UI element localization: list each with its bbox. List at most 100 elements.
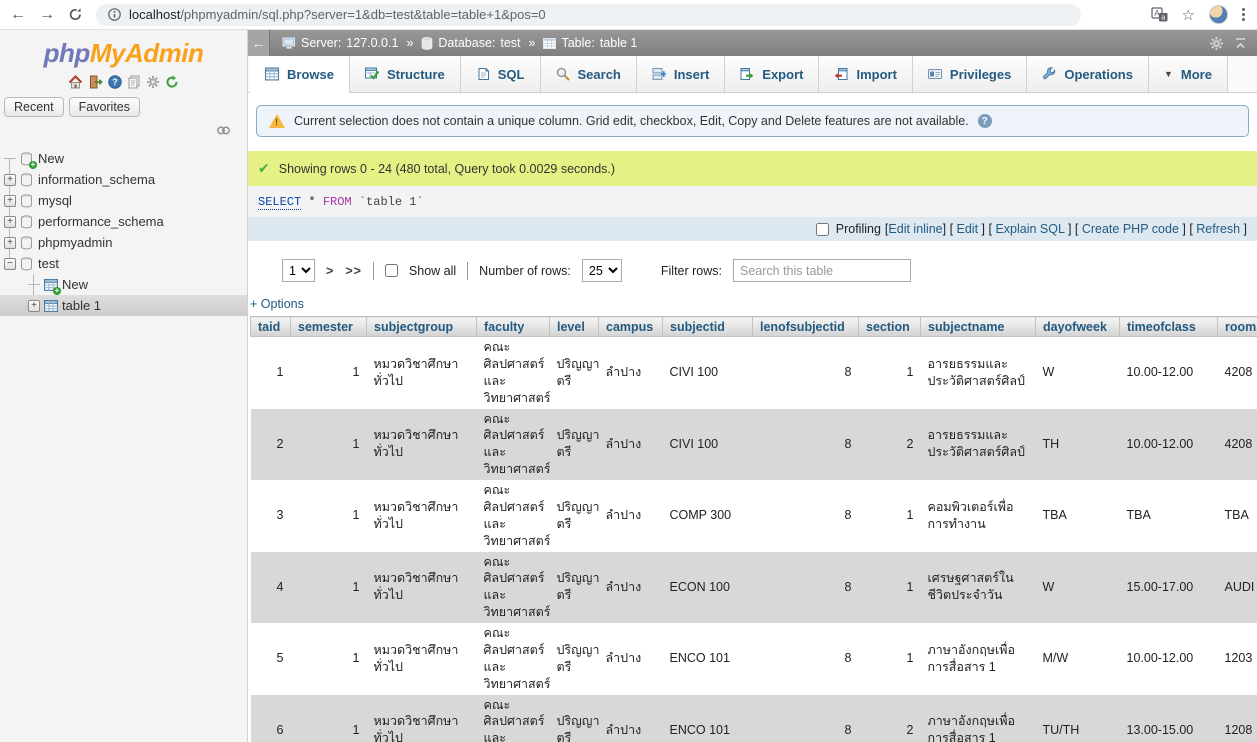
divider — [467, 262, 468, 280]
table-row: 51หมวดวิชาศึกษาทั่วไปคณะศิลปศาสตร์และวิท… — [251, 623, 1257, 695]
logout-icon[interactable] — [88, 75, 103, 89]
column-header-subjectgroup[interactable]: subjectgroup — [367, 317, 477, 337]
table-icon — [44, 299, 58, 313]
column-header-subjectname[interactable]: subjectname — [921, 317, 1036, 337]
content-area: Current selection does not contain a uni… — [248, 93, 1257, 742]
sidebar-item-new[interactable]: +New — [0, 148, 247, 169]
column-header-taid[interactable]: taid — [251, 317, 291, 337]
table-cell: 13.00-15.00 — [1120, 695, 1218, 742]
next-page-button[interactable]: > — [326, 264, 334, 278]
tab-label: Operations — [1064, 67, 1133, 82]
action-link-refresh[interactable]: Refresh — [1196, 222, 1240, 236]
last-page-button[interactable]: >> — [345, 264, 362, 278]
browser-chrome: ← → localhost/phpmyadmin/sql.php?server=… — [0, 0, 1257, 30]
column-header-semester[interactable]: semester — [291, 317, 367, 337]
breadcrumb-database[interactable]: test — [500, 36, 520, 50]
favorite-tables-button[interactable]: Favorites — [69, 97, 140, 117]
plus-expander-icon[interactable]: + — [4, 216, 16, 228]
column-header-level[interactable]: level — [550, 317, 599, 337]
action-link-create-php-code[interactable]: Create PHP code — [1082, 222, 1179, 236]
database-tree: +New+information_schema+mysql+performanc… — [0, 148, 247, 316]
tab-browse[interactable]: Browse — [250, 56, 350, 92]
column-header-campus[interactable]: campus — [599, 317, 663, 337]
sidebar-item-test[interactable]: −test — [0, 253, 247, 274]
scroll-top-icon[interactable] — [1234, 37, 1247, 50]
breadcrumb-bar: ← Server: 127.0.0.1 » Database: test » T… — [248, 30, 1257, 56]
hide-panel-button[interactable]: ← — [248, 30, 270, 56]
forward-button[interactable]: → — [39, 7, 55, 23]
column-header-timeofclass[interactable]: timeofclass — [1120, 317, 1218, 337]
table-cell: 4208 — [1218, 337, 1257, 409]
table-cell: 15.00-17.00 — [1120, 552, 1218, 624]
tab-more[interactable]: ▼More — [1149, 56, 1228, 92]
reload-button[interactable] — [68, 7, 83, 22]
back-button[interactable]: ← — [10, 7, 26, 23]
table-cell: คณะศิลปศาสตร์และวิทยาศาสตร์ — [477, 552, 550, 624]
table-cell: COMP 300 — [663, 480, 753, 552]
tab-operations[interactable]: Operations — [1027, 56, 1149, 92]
link-icon[interactable] — [216, 125, 231, 136]
sidebar-item-performance_schema[interactable]: +performance_schema — [0, 211, 247, 232]
tab-export[interactable]: Export — [725, 56, 819, 92]
reload-navigation-icon[interactable] — [165, 75, 179, 89]
recent-tables-button[interactable]: Recent — [4, 97, 64, 117]
tab-sql[interactable]: SQL — [461, 56, 541, 92]
sql-keyword-select[interactable]: SELECT — [258, 195, 301, 210]
column-header-faculty[interactable]: faculty — [477, 317, 550, 337]
breadcrumb-server[interactable]: 127.0.0.1 — [346, 36, 398, 50]
tab-label: Search — [578, 67, 621, 82]
search-icon — [556, 67, 570, 81]
profile-avatar[interactable] — [1209, 5, 1228, 24]
plus-expander-icon[interactable]: + — [4, 195, 16, 207]
tab-privileges[interactable]: Privileges — [913, 56, 1027, 92]
table-row: 21หมวดวิชาศึกษาทั่วไปคณะศิลปศาสตร์และวิท… — [251, 409, 1257, 481]
plus-expander-icon[interactable]: + — [4, 174, 16, 186]
translate-icon[interactable]: Aa — [1151, 6, 1168, 23]
number-of-rows-select[interactable]: 25 — [582, 259, 622, 282]
show-all-checkbox[interactable] — [385, 264, 398, 277]
plus-expander-icon[interactable]: + — [28, 300, 40, 312]
tab-label: Insert — [674, 67, 709, 82]
tab-search[interactable]: Search — [541, 56, 637, 92]
table-cell: เศรษฐศาสตร์ในชีวิตประจำวัน — [921, 552, 1036, 624]
minus-expander-icon[interactable]: − — [4, 258, 16, 270]
column-header-section[interactable]: section — [859, 317, 921, 337]
message-help-icon[interactable]: ? — [978, 114, 992, 128]
address-bar[interactable]: localhost/phpmyadmin/sql.php?server=1&db… — [96, 4, 1081, 26]
bookmark-star-icon[interactable]: ☆ — [1182, 6, 1195, 24]
page-settings-icon[interactable] — [1209, 36, 1224, 51]
column-header-dayofweek[interactable]: dayofweek — [1036, 317, 1120, 337]
sidebar-item-phpmyadmin[interactable]: +phpmyadmin — [0, 232, 247, 253]
tree-item-label: mysql — [38, 193, 72, 208]
info-icon[interactable] — [108, 8, 121, 21]
options-toggle-link[interactable]: + Options — [250, 297, 304, 311]
filter-rows-input[interactable] — [733, 259, 911, 282]
help-icon[interactable]: ? — [108, 75, 122, 89]
tab-insert[interactable]: Insert — [637, 56, 725, 92]
profiling-checkbox[interactable] — [816, 223, 829, 236]
action-link-edit-inline[interactable]: Edit inline — [888, 222, 942, 236]
plus-expander-icon[interactable]: + — [4, 237, 16, 249]
sidebar-item-mysql[interactable]: + mysql — [0, 190, 247, 211]
page-select[interactable]: 1 — [282, 259, 315, 282]
sidebar-item-information_schema[interactable]: +information_schema — [0, 169, 247, 190]
tab-structure[interactable]: Structure — [350, 56, 461, 92]
tab-import[interactable]: Import — [819, 56, 912, 92]
column-header-lenofsubjectid[interactable]: lenofsubjectid — [753, 317, 859, 337]
docs-icon[interactable] — [127, 75, 141, 89]
browse-icon — [265, 67, 279, 81]
table-cell: ENCO 101 — [663, 695, 753, 742]
action-link-edit[interactable]: Edit — [957, 222, 979, 236]
column-header-subjectid[interactable]: subjectid — [663, 317, 753, 337]
sidebar-item-table-1[interactable]: +table 1 — [0, 295, 247, 316]
breadcrumb-table[interactable]: table 1 — [600, 36, 638, 50]
sidebar-item-new[interactable]: +New — [0, 274, 247, 295]
action-link-explain-sql[interactable]: Explain SQL — [995, 222, 1064, 236]
table-cell: หมวดวิชาศึกษาทั่วไป — [367, 409, 477, 481]
column-header-room[interactable]: room — [1218, 317, 1257, 337]
divider — [373, 262, 374, 280]
home-icon[interactable] — [68, 75, 83, 89]
settings-icon[interactable] — [146, 75, 160, 89]
browser-menu-icon[interactable] — [1242, 8, 1245, 21]
table-icon — [543, 37, 556, 50]
